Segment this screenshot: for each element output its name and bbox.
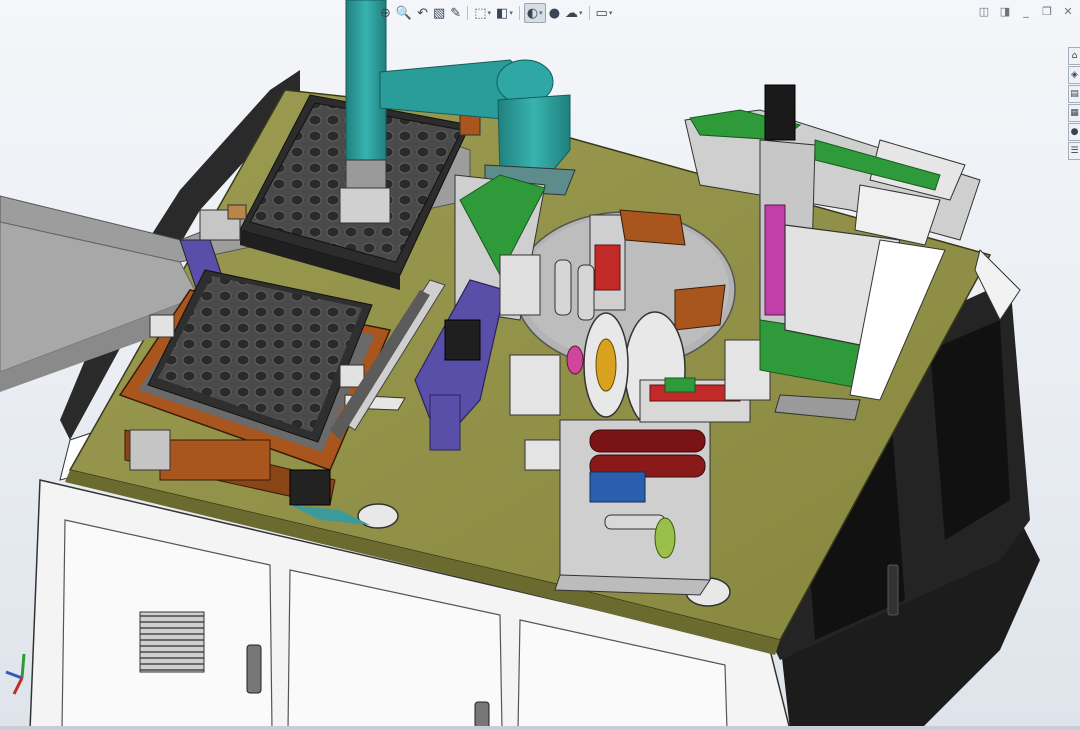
zoom-to-fit-icon[interactable]: ⊕ xyxy=(378,3,393,23)
zoom-area-icon[interactable]: 🔍 xyxy=(394,3,414,23)
display-style-icon[interactable]: ◧ ▾ xyxy=(494,3,515,23)
restore-icon[interactable]: ❐ xyxy=(1041,5,1053,18)
chevron-down-icon[interactable]: ▾ xyxy=(609,9,613,17)
chevron-down-icon[interactable]: ▾ xyxy=(579,9,583,17)
dynamic-annotation-icon-glyph: ✎ xyxy=(450,5,462,21)
dynamic-annotation-icon[interactable]: ✎ xyxy=(448,3,463,23)
chevron-down-icon[interactable]: ▾ xyxy=(509,9,513,17)
axis-triad xyxy=(5,653,26,695)
hide-show-items-icon[interactable]: ◐ ▾ xyxy=(523,3,546,23)
toolbar-separator xyxy=(518,6,520,20)
graphics-area-bottom-edge xyxy=(0,726,1080,730)
custom-properties-tab-icon[interactable]: ☰ xyxy=(1068,142,1080,160)
file-explorer-tab-icon[interactable]: ▤ xyxy=(1068,85,1080,103)
toolbar-separator xyxy=(467,6,469,20)
hide-show-items-icon-glyph: ◐ xyxy=(526,5,539,21)
tile-vertical-icon[interactable]: ◨ xyxy=(999,5,1011,18)
view-palette-tab-icon[interactable]: ▦ xyxy=(1068,104,1080,122)
close-icon[interactable]: ✕ xyxy=(1062,5,1074,18)
section-view-icon-glyph: ▧ xyxy=(433,5,446,21)
zoom-to-fit-icon-glyph: ⊕ xyxy=(380,5,391,21)
view-settings-icon-glyph: ▭ xyxy=(595,5,608,21)
design-library-tab-icon[interactable]: ◈ xyxy=(1068,66,1080,84)
heads-up-view-toolbar: ⊕ 🔍 ↶ ▧ ✎ ⬚ ▾ ◧ ▾ ◐ ▾ ● ☁ ▾ ▭ ▾ xyxy=(378,2,614,24)
graphics-area[interactable]: ⊕ 🔍 ↶ ▧ ✎ ⬚ ▾ ◧ ▾ ◐ ▾ ● ☁ ▾ ▭ ▾ ◫ ◨ _ ❐ ✕ ⌂ ◈ ▤ ▦ ● ☰ xyxy=(0,0,1080,730)
chevron-down-icon[interactable]: ▾ xyxy=(488,9,492,17)
document-window-controls: ◫ ◨ _ ❐ ✕ xyxy=(978,5,1074,18)
zoom-area-icon-glyph: 🔍 xyxy=(395,5,413,21)
tile-horizontal-icon[interactable]: ◫ xyxy=(978,5,990,18)
task-pane-tabs: ⌂ ◈ ▤ ▦ ● ☰ xyxy=(1068,47,1080,160)
previous-view-icon-glyph: ↶ xyxy=(417,5,428,21)
chevron-down-icon[interactable]: ▾ xyxy=(539,9,543,17)
minimize-icon[interactable]: _ xyxy=(1020,5,1032,18)
view-orientation-icon-glyph: ⬚ xyxy=(474,5,487,21)
resources-tab-icon[interactable]: ⌂ xyxy=(1068,47,1080,65)
toolbar-separator xyxy=(588,6,590,20)
display-style-icon-glyph: ◧ xyxy=(496,5,509,21)
section-view-icon[interactable]: ▧ xyxy=(431,3,447,23)
apply-scene-icon[interactable]: ☁ ▾ xyxy=(563,3,585,23)
assembly-model[interactable] xyxy=(0,0,1080,730)
view-orientation-icon[interactable]: ⬚ ▾ xyxy=(472,3,493,23)
previous-view-icon[interactable]: ↶ xyxy=(415,3,430,23)
edit-appearance-icon-glyph: ● xyxy=(548,5,561,21)
appearances-tab-icon[interactable]: ● xyxy=(1068,123,1080,141)
edit-appearance-icon[interactable]: ● xyxy=(547,3,562,23)
view-settings-icon[interactable]: ▭ ▾ xyxy=(594,3,615,23)
apply-scene-icon-glyph: ☁ xyxy=(565,5,579,21)
